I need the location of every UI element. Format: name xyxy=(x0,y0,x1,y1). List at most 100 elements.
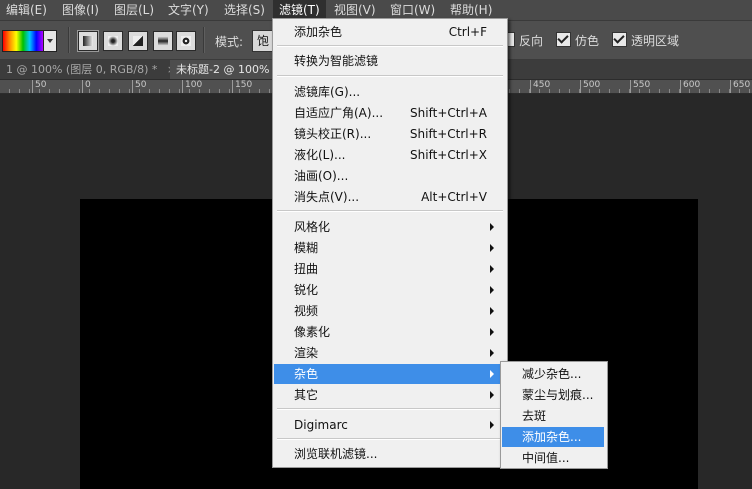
menu-view[interactable]: 视图(V) xyxy=(334,0,376,20)
menu-item-label: 消失点(V)... xyxy=(294,190,360,204)
ruler-label: 150 xyxy=(231,80,253,93)
menu-item-shortcut: Ctrl+F xyxy=(448,25,487,39)
menu-separator xyxy=(277,408,503,410)
submenu-arrow-icon xyxy=(490,307,494,315)
menu-item-render[interactable]: 渲染 xyxy=(274,343,504,363)
menu-item-shortcut: Shift+Ctrl+A xyxy=(410,106,487,120)
submenu-arrow-icon xyxy=(490,370,494,378)
menu-item-pixelate[interactable]: 像素化 xyxy=(274,322,504,342)
submenu-arrow-icon xyxy=(490,328,494,336)
menu-type[interactable]: 文字(Y) xyxy=(168,0,209,20)
menu-item-label: 减少杂色... xyxy=(522,367,582,381)
menu-item-label: 浏览联机滤镜... xyxy=(294,447,378,461)
menu-item-vanishing-point[interactable]: 消失点(V)... Alt+Ctrl+V xyxy=(274,187,504,207)
menu-item-label: 杂色 xyxy=(294,367,319,381)
menu-item-label: 添加杂色 xyxy=(294,25,343,39)
menu-item-convert-smart-filter[interactable]: 转换为智能滤镜 xyxy=(274,51,504,71)
menu-filter[interactable]: 滤镜(T) xyxy=(273,0,326,20)
menu-item-label: 其它 xyxy=(294,388,319,402)
transparency-checkbox-box[interactable] xyxy=(612,32,627,47)
menu-item-label: 油画(O)... xyxy=(294,169,349,183)
reflected-gradient-icon xyxy=(158,36,168,46)
menu-item-label: 扭曲 xyxy=(294,262,319,276)
linear-gradient-button[interactable] xyxy=(77,30,99,52)
menu-item-filter-gallery[interactable]: 滤镜库(G)... xyxy=(274,82,504,102)
menu-help[interactable]: 帮助(H) xyxy=(450,0,492,20)
menu-item-video[interactable]: 视频 xyxy=(274,301,504,321)
submenu-item-add-noise[interactable]: 添加杂色... xyxy=(502,427,604,447)
submenu-item-dust-scratches[interactable]: 蒙尘与划痕... xyxy=(502,385,604,405)
menu-layer[interactable]: 图层(L) xyxy=(114,0,154,20)
menu-item-label: 风格化 xyxy=(294,220,331,234)
menu-item-noise[interactable]: 杂色 xyxy=(274,364,504,384)
menu-item-lens-correction[interactable]: 镜头校正(R)... Shift+Ctrl+R xyxy=(274,124,504,144)
gradient-swatch[interactable] xyxy=(2,30,44,52)
menu-item-label: 滤镜库(G)... xyxy=(294,85,361,99)
gradient-picker-arrow-icon[interactable] xyxy=(43,30,57,52)
menu-item-adaptive-wide-angle[interactable]: 自适应广角(A)... Shift+Ctrl+A xyxy=(274,103,504,123)
menu-item-other[interactable]: 其它 xyxy=(274,385,504,405)
submenu-arrow-icon xyxy=(490,391,494,399)
submenu-item-reduce-noise[interactable]: 减少杂色... xyxy=(502,364,604,384)
document-tab-2[interactable]: 未标题-2 @ 100% × xyxy=(170,60,288,79)
noise-submenu: 减少杂色... 蒙尘与划痕... 去斑 添加杂色... 中间值... xyxy=(500,361,608,469)
submenu-item-despeckle[interactable]: 去斑 xyxy=(502,406,604,426)
radial-gradient-button[interactable] xyxy=(103,31,123,51)
menu-item-liquify[interactable]: 液化(L)... Shift+Ctrl+X xyxy=(274,145,504,165)
submenu-arrow-icon xyxy=(490,286,494,294)
radial-gradient-icon xyxy=(108,36,118,46)
menu-separator xyxy=(277,438,503,440)
menu-image[interactable]: 图像(I) xyxy=(62,0,99,20)
dither-checkbox-box[interactable] xyxy=(556,32,571,47)
filter-menu: 添加杂色 Ctrl+F 转换为智能滤镜 滤镜库(G)... 自适应广角(A)..… xyxy=(272,18,508,468)
transparency-checkbox[interactable]: 透明区域 xyxy=(612,32,679,48)
menu-item-label: 自适应广角(A)... xyxy=(294,106,384,120)
menu-item-label: 蒙尘与划痕... xyxy=(522,388,594,402)
submenu-item-median[interactable]: 中间值... xyxy=(502,448,604,468)
document-tab-1[interactable]: 1 @ 100% (图层 0, RGB/8) * × xyxy=(0,60,176,79)
menu-separator xyxy=(277,210,503,212)
ruler-label: 650 xyxy=(729,80,751,93)
diamond-gradient-button[interactable] xyxy=(176,31,196,51)
angle-gradient-button[interactable] xyxy=(128,31,148,51)
menu-item-digimarc[interactable]: Digimarc xyxy=(274,415,504,435)
menu-item-last-filter[interactable]: 添加杂色 Ctrl+F xyxy=(274,22,504,42)
menu-item-browse-online-filters[interactable]: 浏览联机滤镜... xyxy=(274,444,504,464)
menu-window[interactable]: 窗口(W) xyxy=(390,0,435,20)
reverse-label: 反向 xyxy=(519,34,544,48)
menu-item-shortcut: Alt+Ctrl+V xyxy=(421,190,487,204)
menu-item-label: Digimarc xyxy=(294,418,348,432)
submenu-arrow-icon xyxy=(490,265,494,273)
ruler-label: 550 xyxy=(629,80,651,93)
menu-item-distort[interactable]: 扭曲 xyxy=(274,259,504,279)
ruler-label: 50 xyxy=(131,80,147,93)
angle-gradient-icon xyxy=(133,36,143,46)
linear-gradient-icon xyxy=(83,36,93,46)
menu-item-label: 转换为智能滤镜 xyxy=(294,54,379,68)
diamond-gradient-icon xyxy=(181,36,191,46)
menu-item-label: 去斑 xyxy=(522,409,547,423)
menu-item-label: 锐化 xyxy=(294,283,319,297)
ruler-label: 50 xyxy=(31,80,47,93)
menu-separator xyxy=(277,75,503,77)
menu-select[interactable]: 选择(S) xyxy=(224,0,265,20)
transparency-label: 透明区域 xyxy=(631,34,680,48)
menu-item-label: 视频 xyxy=(294,304,319,318)
ruler-label: 600 xyxy=(679,80,701,93)
submenu-arrow-icon xyxy=(490,223,494,231)
menu-item-shortcut: Shift+Ctrl+R xyxy=(409,127,487,141)
menu-edit[interactable]: 编辑(E) xyxy=(6,0,47,20)
menu-item-oil-paint[interactable]: 油画(O)... xyxy=(274,166,504,186)
menu-item-label: 模糊 xyxy=(294,241,319,255)
menu-item-shortcut: Shift+Ctrl+X xyxy=(410,148,487,162)
submenu-arrow-icon xyxy=(490,349,494,357)
mode-label: 模式: xyxy=(215,35,244,49)
dither-checkbox[interactable]: 仿色 xyxy=(556,32,599,48)
menu-item-label: 液化(L)... xyxy=(294,148,346,162)
reflected-gradient-button[interactable] xyxy=(153,31,173,51)
menu-item-stylize[interactable]: 风格化 xyxy=(274,217,504,237)
menu-item-label: 中间值... xyxy=(522,451,570,465)
menu-item-sharpen[interactable]: 锐化 xyxy=(274,280,504,300)
menu-item-blur[interactable]: 模糊 xyxy=(274,238,504,258)
submenu-arrow-icon xyxy=(490,244,494,252)
